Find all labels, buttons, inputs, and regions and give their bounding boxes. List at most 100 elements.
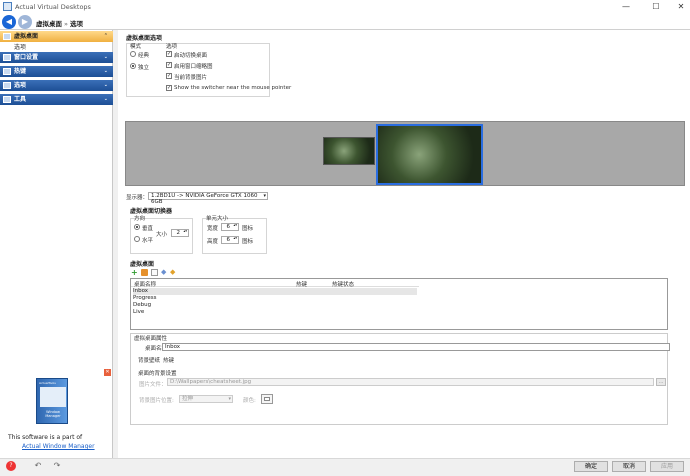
- product-box-screen: [40, 387, 66, 407]
- close-button[interactable]: ✕: [672, 1, 690, 13]
- desktop-name-input[interactable]: Inbox: [162, 343, 670, 351]
- chevron-up-icon: ⌃: [103, 33, 108, 39]
- opt-switch-on-start-label: 启动切换桌面: [174, 53, 208, 59]
- tab-wallpaper[interactable]: 背景壁纸: [138, 356, 160, 364]
- desktops-section-title: 虚拟桌面: [130, 261, 155, 268]
- cell-size-label: 单元大小: [206, 216, 229, 222]
- direction-label: 方向: [134, 216, 146, 222]
- opt-background-label: 当前背景图片: [174, 75, 208, 81]
- redo-icon[interactable]: ↷: [52, 461, 62, 471]
- nav-bar: ◀ ▶ 虚拟桌面» 选项: [0, 14, 690, 30]
- maximize-button[interactable]: ☐: [647, 1, 665, 13]
- cancel-button[interactable]: 取消: [612, 461, 646, 472]
- browse-button[interactable]: ...: [656, 378, 666, 386]
- sidebar-section-virtual-desktops[interactable]: 虚拟桌面 ⌃: [0, 31, 113, 42]
- width-unit: 图标: [242, 226, 254, 232]
- column-header-hotkey[interactable]: 热键: [296, 280, 307, 288]
- list-item[interactable]: Progress: [133, 295, 417, 302]
- window-icon: [3, 54, 11, 61]
- sidebar-section-tools[interactable]: 工具 ⌄: [0, 94, 113, 105]
- breadcrumb-current: 选项: [69, 20, 83, 28]
- desktops-list: 桌面名称 热键 热键状态 Inbox Progress Debug Live: [130, 278, 668, 330]
- desktop-thumbnail-selected[interactable]: [376, 124, 483, 185]
- monitor-select[interactable]: 1.2BD1U -> NVIDIA GeForce GTX 1060 6GB ▾: [148, 192, 268, 205]
- forward-button[interactable]: ▶: [18, 15, 32, 29]
- sidebar-section-hotkeys[interactable]: 热键 ⌄: [0, 66, 113, 77]
- width-label: 宽度: [207, 226, 219, 232]
- ad-link[interactable]: Actual Window Manager: [22, 443, 95, 450]
- width-stepper[interactable]: 6: [221, 223, 239, 231]
- sidebar-item-options[interactable]: 选项: [14, 42, 26, 51]
- help-icon[interactable]: ?: [6, 461, 16, 471]
- chevron-down-icon: ▾: [263, 193, 266, 199]
- color-picker-button[interactable]: [261, 394, 273, 404]
- sidebar-section-window-settings[interactable]: 窗口设置 ⌄: [0, 52, 113, 63]
- horizontal-radio[interactable]: [134, 236, 140, 242]
- move-down-icon[interactable]: ◆: [170, 269, 177, 276]
- mode-independent-radio[interactable]: [130, 63, 136, 69]
- mode-independent-label: 独立: [138, 65, 150, 71]
- ok-button[interactable]: 确定: [574, 461, 608, 472]
- image-file-label: 图片文件：: [139, 382, 167, 388]
- breadcrumb-root[interactable]: 虚拟桌面: [36, 20, 62, 28]
- product-box-image[interactable]: ActualTools Window Manager: [36, 378, 68, 424]
- move-up-icon[interactable]: ◆: [161, 269, 168, 276]
- properties-title: 虚拟桌面属性: [134, 336, 168, 342]
- monitor-label: 显示器：: [126, 195, 149, 201]
- size-stepper[interactable]: 2: [171, 229, 189, 237]
- ad-close-button[interactable]: ✕: [104, 369, 111, 376]
- opt-thumbnails-label: 启用窗口缩略图: [174, 64, 213, 70]
- back-button[interactable]: ◀: [2, 15, 16, 29]
- sidebar-section-label: 热键: [14, 68, 27, 75]
- options-section-title: 虚拟桌面选项: [126, 35, 163, 42]
- mode-classic-label: 经典: [138, 53, 150, 59]
- vertical-label: 垂直: [142, 226, 154, 232]
- edit-icon[interactable]: [141, 269, 148, 276]
- list-item[interactable]: Inbox: [133, 288, 417, 295]
- image-position-select[interactable]: 拉伸 ▾: [179, 395, 233, 403]
- tab-hotkeys[interactable]: 热键: [163, 356, 174, 364]
- chevron-down-icon: ⌄: [103, 54, 108, 60]
- opt-show-near-pointer-checkbox[interactable]: ✓: [166, 85, 172, 91]
- size-label: 大小: [156, 232, 168, 238]
- minimize-button[interactable]: —: [617, 1, 635, 13]
- title-bar: Actual Virtual Desktops — ☐ ✕: [0, 0, 690, 14]
- chevron-down-icon: ⌄: [103, 68, 108, 74]
- list-item[interactable]: Live: [133, 309, 417, 316]
- height-label: 高度: [207, 239, 219, 245]
- height-stepper[interactable]: 6: [221, 236, 239, 244]
- opt-thumbnails-checkbox[interactable]: ✓: [166, 62, 172, 68]
- mode-classic-radio[interactable]: [130, 51, 136, 57]
- options-icon: [3, 82, 11, 89]
- options-label: 选项: [166, 44, 178, 50]
- opt-switch-on-start-checkbox[interactable]: ✓: [166, 51, 172, 57]
- image-file-input[interactable]: D:\Wallpapers\cheatsheet.jpg: [167, 378, 654, 386]
- opt-background-checkbox[interactable]: ✓: [166, 73, 172, 79]
- desktop-icon: [3, 33, 11, 40]
- chevron-down-icon: ⌄: [103, 96, 108, 102]
- undo-icon[interactable]: ↶: [33, 461, 43, 471]
- product-box-title: Window Manager: [45, 410, 61, 418]
- column-header-hotkey-state[interactable]: 热键状态: [332, 280, 354, 288]
- sidebar-section-options[interactable]: 选项 ⌄: [0, 80, 113, 91]
- desktop-thumbnail[interactable]: [323, 137, 375, 165]
- window-title: Actual Virtual Desktops: [15, 3, 91, 11]
- vertical-radio[interactable]: [134, 224, 140, 230]
- image-position-label: 背景图片位置:: [139, 398, 174, 404]
- color-swatch: [264, 397, 270, 401]
- mode-label: 模式: [130, 44, 142, 50]
- tools-icon: [3, 96, 11, 103]
- column-header-name[interactable]: 桌面名称: [134, 280, 156, 288]
- list-header: [131, 279, 419, 287]
- copy-icon[interactable]: [151, 269, 158, 276]
- chevron-down-icon: ▾: [228, 396, 231, 402]
- apply-button[interactable]: 应用: [650, 461, 684, 472]
- ad-text: This software is a part of: [8, 434, 83, 441]
- chevron-down-icon: ⌄: [103, 82, 108, 88]
- add-icon[interactable]: +: [131, 269, 138, 277]
- list-item[interactable]: Debug: [133, 302, 417, 309]
- opt-show-near-pointer-label: Show the switcher near the mouse pointer: [174, 85, 292, 91]
- keyboard-icon: [3, 68, 11, 75]
- color-label: 颜色:: [243, 398, 256, 404]
- background-settings-label: 桌面的背景设置: [138, 371, 177, 377]
